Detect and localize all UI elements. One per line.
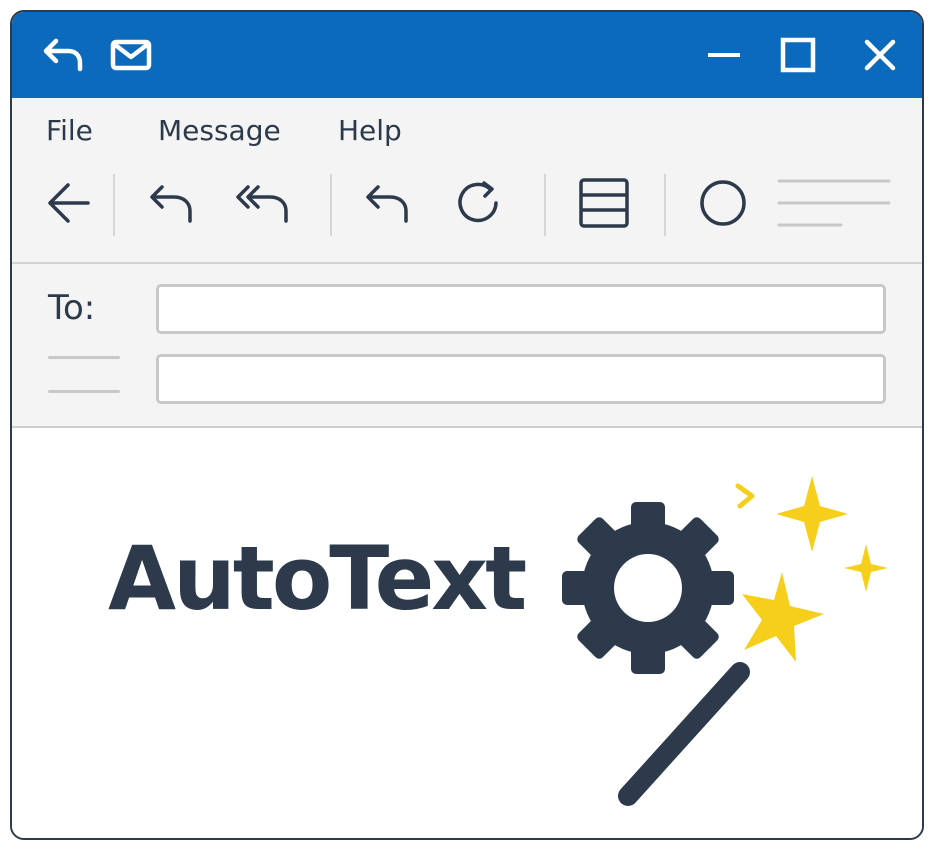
close-icon[interactable] [858, 12, 902, 98]
address-header: To: [12, 264, 922, 428]
autotext-logo-text: AutoText [108, 527, 527, 630]
to-label: To: [48, 288, 96, 328]
subject-field[interactable] [156, 354, 886, 404]
menu-help[interactable]: Help [338, 114, 402, 148]
placeholder-line [48, 356, 120, 359]
gear-icon [562, 502, 734, 674]
email-window: File Message Help To: AutoText [10, 10, 924, 840]
toolbar-separator [330, 174, 332, 236]
reply-icon[interactable] [142, 170, 202, 236]
menu-file[interactable]: File [46, 114, 93, 148]
mail-icon [106, 12, 156, 98]
sparkles-icon [735, 476, 888, 662]
back-arrow-icon[interactable] [40, 170, 96, 236]
circle-icon[interactable] [694, 170, 752, 236]
reply-all-icon[interactable] [232, 170, 296, 236]
placeholder-line [48, 390, 120, 393]
menu-message[interactable]: Message [158, 114, 281, 148]
minimize-icon[interactable] [702, 12, 746, 98]
message-body[interactable]: AutoText [12, 428, 922, 838]
toolbar-separator [664, 174, 666, 236]
reply-icon[interactable] [36, 12, 92, 98]
toolbar-separator [544, 174, 546, 236]
toolbar-separator [113, 174, 115, 236]
undo-icon[interactable] [358, 170, 418, 236]
lines-icon [776, 170, 892, 236]
title-bar [12, 12, 922, 98]
to-field[interactable] [156, 284, 886, 334]
layout-icon[interactable] [574, 170, 634, 236]
refresh-icon[interactable] [452, 170, 508, 236]
menu-toolbar-area: File Message Help [12, 98, 922, 264]
maximize-icon[interactable] [776, 12, 820, 98]
